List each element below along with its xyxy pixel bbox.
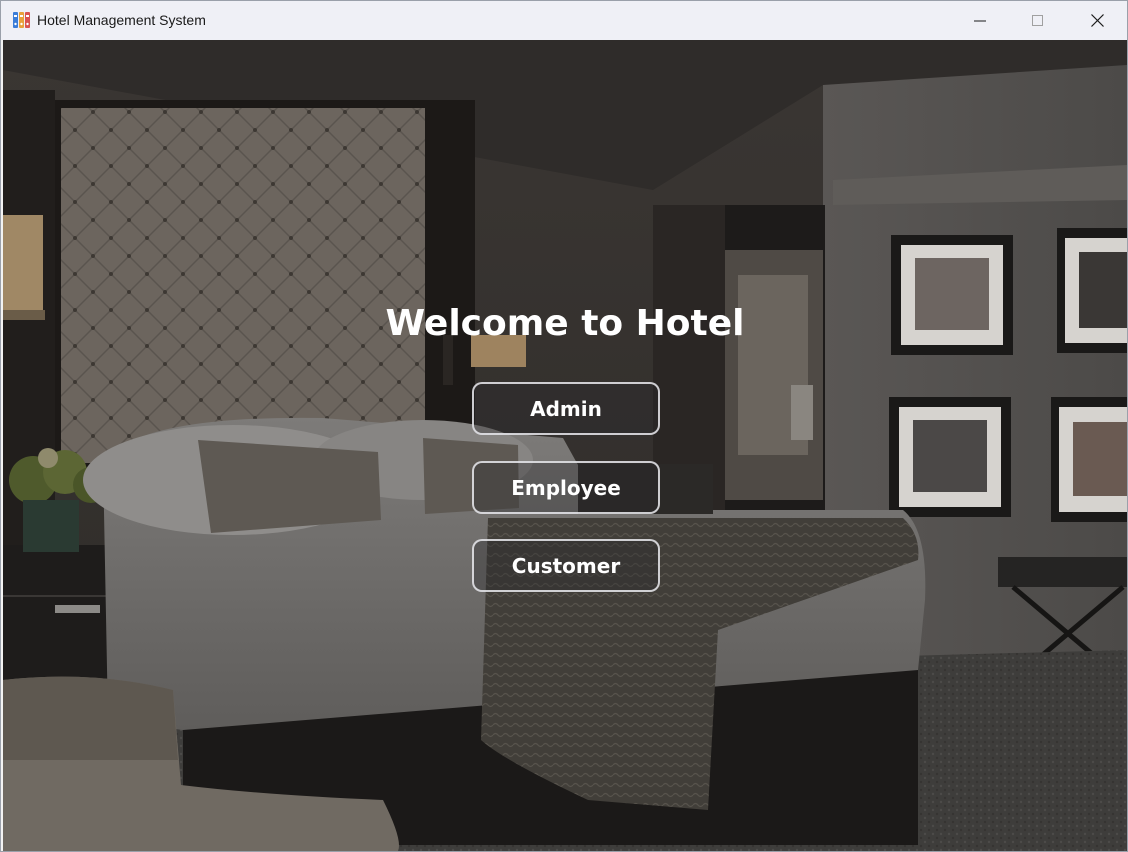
app-window: Hotel Management System Welcome to Hotel…	[0, 0, 1128, 852]
app-books-icon	[13, 12, 30, 28]
welcome-panel: Welcome to Hotel Admin Employee Customer	[3, 40, 1127, 851]
customer-button[interactable]: Customer	[472, 539, 660, 592]
maximize-button[interactable]	[1009, 1, 1067, 40]
minimize-button[interactable]	[951, 1, 1009, 40]
minimize-icon	[974, 20, 986, 21]
close-button[interactable]	[1068, 1, 1126, 40]
employee-button[interactable]: Employee	[472, 461, 660, 514]
admin-button[interactable]: Admin	[472, 382, 660, 435]
maximize-icon	[1032, 14, 1043, 26]
close-icon	[1090, 14, 1104, 27]
welcome-heading: Welcome to Hotel	[385, 303, 745, 344]
title-bar[interactable]: Hotel Management System	[1, 1, 1127, 40]
dim-overlay	[3, 40, 1127, 851]
window-title: Hotel Management System	[37, 12, 206, 28]
